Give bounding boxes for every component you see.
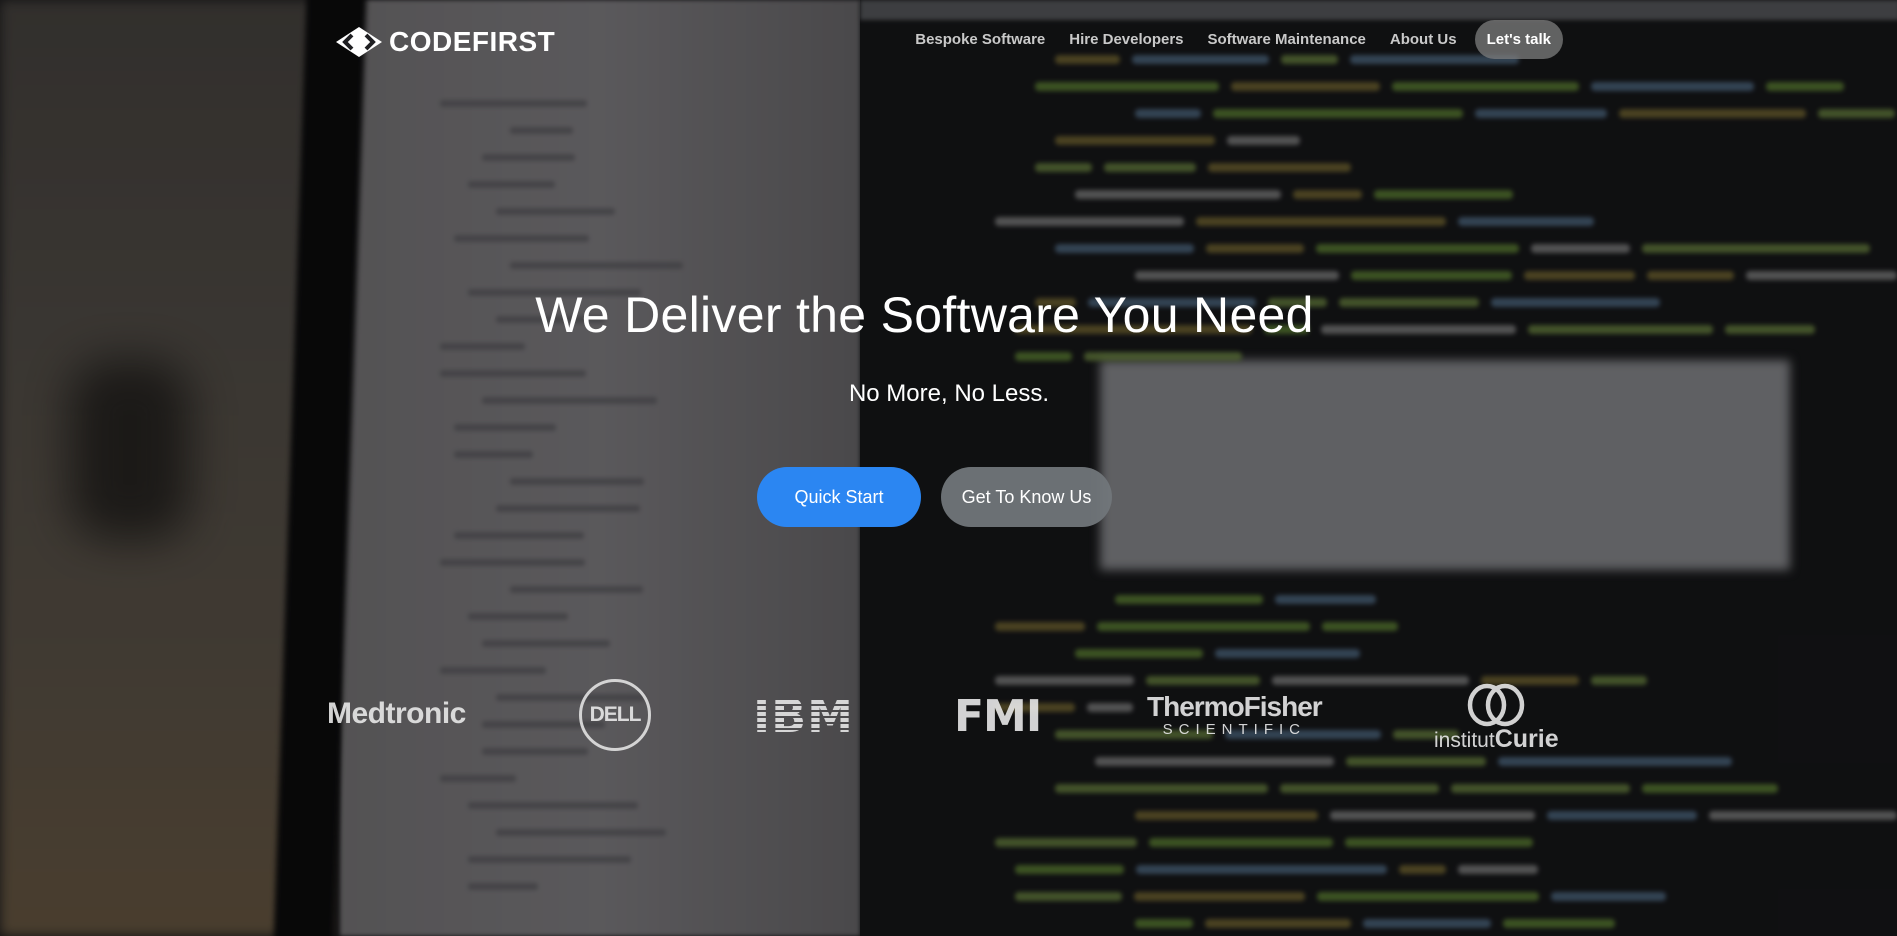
site-logo[interactable]: CODEFIRST xyxy=(335,26,555,58)
hero-subtitle: No More, No Less. xyxy=(848,380,1050,407)
nav-bespoke-software[interactable]: Bespoke Software xyxy=(915,31,1045,48)
medtronic-logo: Medtronic xyxy=(327,697,466,730)
lets-talk-button[interactable]: Let's talk xyxy=(1474,20,1563,59)
thermo-fisher-name: ThermoFisher xyxy=(1147,691,1323,722)
ibm-logo: IBM xyxy=(753,689,854,743)
dell-logo: DELL xyxy=(579,679,651,751)
thermo-fisher-logo: ThermoFisher SCIENTIFIC xyxy=(1147,691,1323,739)
landing-page: CODEFIRST Bespoke Software Hire Develope… xyxy=(0,0,1897,936)
nav-hire-developers[interactable]: Hire Developers xyxy=(1069,31,1183,48)
quick-start-button[interactable]: Quick Start xyxy=(757,467,921,527)
diamond-chevrons-icon xyxy=(336,27,382,57)
institut-curie-logo: institutCurie xyxy=(1434,683,1559,754)
dell-logo-text: DELL xyxy=(589,703,642,726)
main-nav: Bespoke Software Hire Developers Softwar… xyxy=(915,20,1563,59)
nav-software-maintenance[interactable]: Software Maintenance xyxy=(1208,31,1366,48)
nav-about-us[interactable]: About Us xyxy=(1390,31,1457,48)
curie-wordmark: institutCurie xyxy=(1434,725,1559,754)
get-to-know-us-button[interactable]: Get To Know Us xyxy=(941,467,1112,527)
curie-prefix: institut xyxy=(1434,729,1495,752)
logo-text: CODEFIRST xyxy=(389,26,556,57)
hero-title: We Deliver the Software You Need xyxy=(535,287,1314,343)
curie-name: Curie xyxy=(1494,725,1559,753)
thermo-fisher-tagline: SCIENTIFIC xyxy=(1162,721,1307,738)
curie-rings-icon xyxy=(1468,683,1525,727)
hero-actions: Quick Start Get To Know Us xyxy=(757,467,1112,527)
fmi-logo: FMI xyxy=(954,691,1042,742)
